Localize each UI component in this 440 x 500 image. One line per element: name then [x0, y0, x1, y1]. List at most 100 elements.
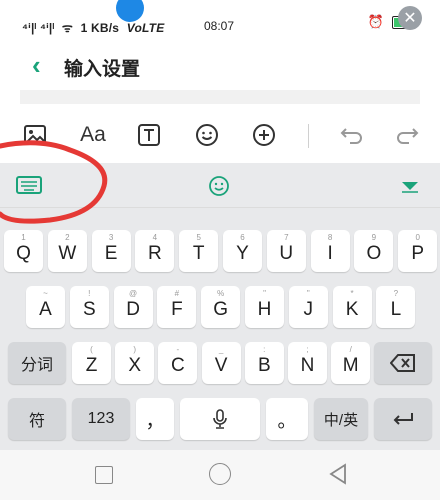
key-h[interactable]: " H	[245, 286, 284, 328]
network-speed: 1 KB/s	[80, 21, 120, 35]
key-hint: 1	[21, 233, 26, 242]
key-p[interactable]: 0P	[398, 230, 438, 272]
key-label: R	[148, 243, 162, 264]
collapse-keyboard-icon[interactable]	[400, 180, 420, 199]
key-hint: 9	[371, 233, 377, 242]
space-key[interactable]	[180, 398, 260, 440]
undo-icon[interactable]	[335, 118, 369, 152]
key-hint: "	[263, 289, 266, 298]
key-z[interactable]: (Z	[72, 342, 111, 384]
key-hint: *	[350, 289, 354, 298]
key-hint: #	[174, 289, 180, 298]
key-label: Y	[236, 243, 249, 264]
key-label: S	[82, 299, 96, 320]
key-hint: 3	[108, 233, 114, 242]
close-icon[interactable]: ✕	[398, 6, 422, 30]
key-label: X	[128, 355, 142, 376]
key-label: K	[345, 299, 359, 320]
key-f[interactable]: # F	[157, 286, 197, 328]
add-icon[interactable]	[247, 118, 281, 152]
recent-apps-icon[interactable]	[95, 466, 113, 484]
text-box-icon[interactable]	[132, 118, 166, 152]
signal-indicator: ⁴ⁱ|ˡ ⁴ⁱ|ˡ	[22, 21, 55, 35]
comma-key[interactable]: ，	[136, 398, 174, 440]
key-label: D	[126, 299, 140, 320]
alarm-icon: ⏰	[367, 14, 384, 29]
key-w[interactable]: 2W	[47, 230, 87, 272]
key-x[interactable]: ) X	[115, 342, 155, 384]
key-label: I	[327, 243, 333, 264]
key-hint: ?	[393, 289, 399, 298]
key-hint: )	[133, 345, 137, 354]
symbols-key[interactable]: 符	[8, 398, 66, 440]
key-i[interactable]: 8I	[310, 230, 350, 272]
key-label: O	[366, 243, 382, 264]
key-hint: 2	[65, 233, 70, 242]
key-a[interactable]: ~ A	[26, 286, 65, 328]
redo-icon[interactable]	[390, 118, 424, 152]
network-type: VoLTE	[126, 21, 165, 35]
key-label: B	[257, 355, 271, 376]
key-label: H	[257, 299, 272, 320]
key-c[interactable]: -C	[158, 342, 198, 384]
key-k[interactable]: * K	[332, 286, 372, 328]
key-hint: (	[90, 345, 93, 354]
key-hint: 8	[327, 233, 333, 242]
key-hint: :	[263, 345, 266, 354]
key-y[interactable]: 6Y	[223, 230, 262, 272]
segment-key[interactable]: 分词	[8, 342, 66, 384]
page-title: 输入设置	[64, 59, 141, 80]
key-v[interactable]: _ V	[201, 342, 241, 384]
key-hint: 6	[240, 233, 245, 242]
enter-icon	[393, 413, 413, 425]
red-annotation-circle	[0, 140, 108, 224]
key-o[interactable]: 9O	[354, 230, 394, 272]
status-bar: ⁴ⁱ|ˡ ⁴ⁱ|ˡ ᯤ 1 KB/s VoLTE 08:07 ⏰	[0, 0, 440, 52]
language-toggle-key[interactable]: 中/英	[314, 398, 368, 440]
key-s[interactable]: ! S	[69, 286, 109, 328]
key-n[interactable]: ; N	[288, 342, 327, 384]
key-label: J	[303, 299, 314, 320]
key-label: Q	[16, 243, 31, 264]
key-hint: 5	[196, 233, 201, 242]
key-hint: 0	[415, 233, 420, 242]
key-hint: 4	[152, 233, 158, 242]
emoji-icon[interactable]	[190, 118, 224, 152]
key-hint: 7	[284, 233, 289, 242]
key-r[interactable]: 4R	[135, 230, 175, 272]
backspace-icon	[390, 354, 415, 372]
key-label: W	[58, 243, 77, 264]
key-label: Z	[85, 355, 98, 376]
key-e[interactable]: 3E	[91, 230, 131, 272]
key-m[interactable]: / M	[331, 342, 371, 384]
key-label: L	[390, 299, 402, 320]
keyboard-emoji-icon[interactable]	[208, 175, 230, 202]
key-label: A	[39, 299, 52, 320]
status-left: ⁴ⁱ|ˡ ⁴ⁱ|ˡ ᯤ 1 KB/s VoLTE	[22, 19, 164, 36]
key-hint: "	[306, 289, 310, 298]
key-hint: _	[218, 345, 224, 354]
key-label: N	[300, 355, 315, 376]
numbers-key[interactable]: 123	[72, 398, 130, 440]
key-hint: !	[88, 289, 91, 298]
key-b[interactable]: :B	[244, 342, 284, 384]
key-u[interactable]: 7U	[266, 230, 306, 272]
key-label: U	[279, 243, 294, 264]
back-icon[interactable]	[328, 463, 348, 485]
period-key[interactable]: 。	[266, 398, 308, 440]
key-d[interactable]: @ D	[113, 286, 153, 328]
key-label: E	[104, 243, 118, 264]
wifi-icon: ᯤ	[61, 21, 74, 35]
text-input-area[interactable]	[20, 90, 420, 104]
key-q[interactable]: 1Q	[4, 230, 43, 272]
key-j[interactable]: " J	[288, 286, 328, 328]
microphone-icon	[213, 409, 227, 429]
back-arrow-icon[interactable]: ‹	[32, 50, 41, 81]
enter-key[interactable]	[374, 398, 432, 440]
key-t[interactable]: 5T	[179, 230, 219, 272]
key-g[interactable]: % G	[201, 286, 241, 328]
backspace-key[interactable]	[374, 342, 432, 384]
home-icon[interactable]	[209, 463, 231, 485]
key-hint: %	[217, 289, 225, 298]
key-l[interactable]: ? L	[376, 286, 416, 328]
